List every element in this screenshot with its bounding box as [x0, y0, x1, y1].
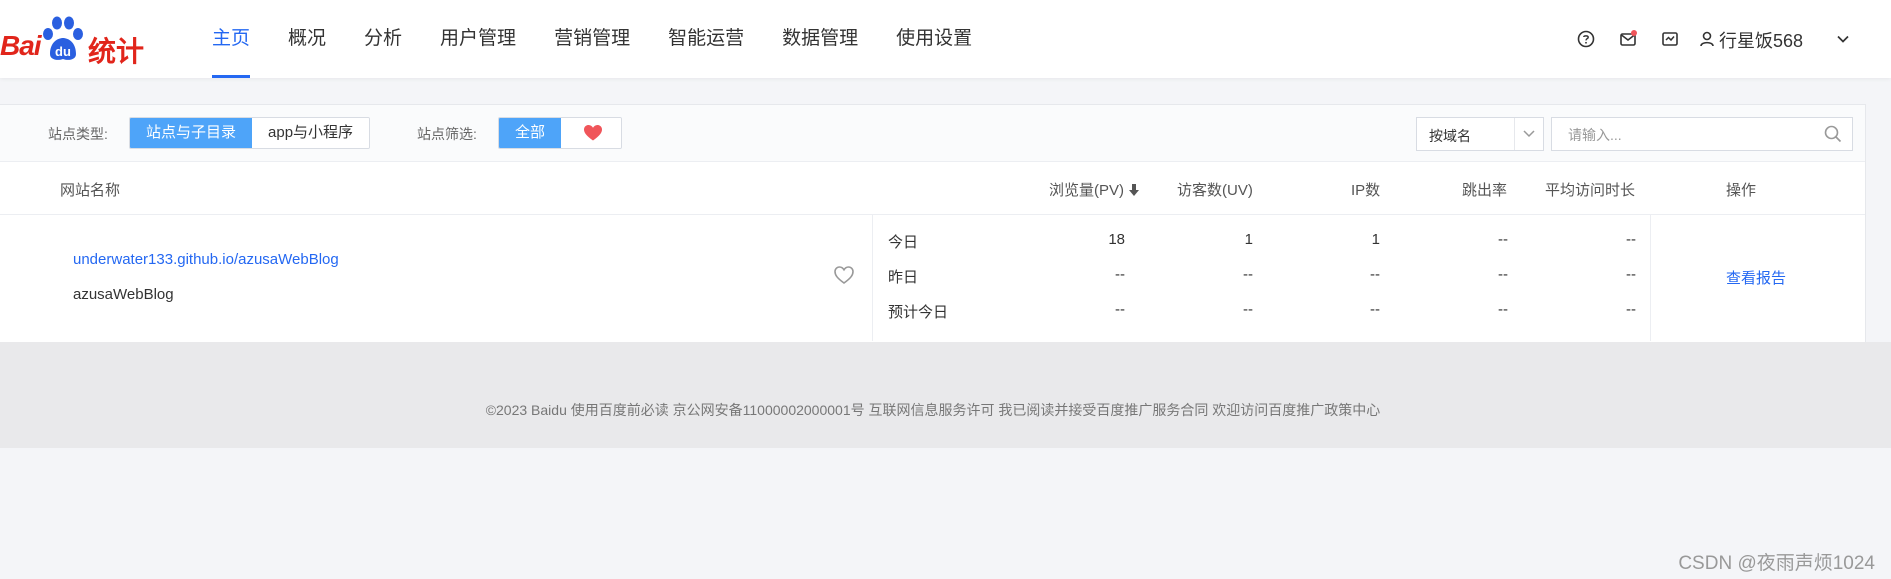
site-search-box	[1551, 117, 1853, 152]
cell-bounce: --	[1498, 301, 1508, 318]
page-footer: ©2023 Baidu 使用百度前必读 京公网安备11000002000001号…	[0, 342, 1891, 448]
heart-filled-icon	[584, 125, 603, 141]
sort-desc-icon	[1129, 184, 1140, 196]
cell-pv: 18	[1108, 231, 1125, 248]
period-label: 今日	[888, 234, 919, 251]
col-site-name: 网站名称	[60, 182, 121, 199]
period-label: 预计今日	[888, 304, 949, 321]
search-type-select[interactable]: 按域名	[1416, 117, 1544, 151]
site-filter-toggle: 全部	[498, 117, 623, 149]
nav-item-smart-operation[interactable]: 智能运营	[668, 0, 744, 78]
col-bounce[interactable]: 跳出率	[1462, 179, 1507, 200]
site-type-sites-button[interactable]: 站点与子目录	[130, 118, 253, 148]
inbox-icon[interactable]	[1660, 29, 1680, 49]
cell-ip: --	[1370, 301, 1380, 318]
chevron-down-icon[interactable]	[1833, 29, 1853, 49]
nav-item-home[interactable]: 主页	[212, 0, 251, 78]
user-icon	[1700, 31, 1714, 47]
filter-bar: 站点类型: 站点与子目录 app与小程序 站点筛选: 全部 按域名	[0, 105, 1865, 162]
view-report-link[interactable]: 查看报告	[1726, 267, 1786, 288]
col-ip[interactable]: IP数	[1351, 179, 1380, 200]
nav-item-user-management[interactable]: 用户管理	[440, 0, 516, 78]
cell-ip: --	[1370, 266, 1380, 283]
cell-pv: --	[1115, 266, 1125, 283]
help-icon[interactable]	[1576, 29, 1596, 49]
cell-avg-time: --	[1626, 266, 1636, 283]
cell-bounce: --	[1498, 231, 1508, 248]
username[interactable]: 行星饭568	[1719, 27, 1803, 53]
paw-icon: du	[43, 16, 83, 60]
col-uv[interactable]: 访客数(UV)	[1177, 179, 1253, 200]
col-avg-time[interactable]: 平均访问时长	[1545, 179, 1635, 200]
header-toolbar: 行星饭568	[1561, 0, 1891, 78]
site-search-input[interactable]	[1566, 118, 1810, 152]
cell-avg-time: --	[1626, 301, 1636, 318]
cell-uv: --	[1243, 301, 1253, 318]
site-type-apps-button[interactable]: app与小程序	[252, 118, 370, 148]
cell-ip: 1	[1371, 231, 1380, 248]
site-filter-all-button[interactable]: 全部	[499, 118, 562, 148]
nav-item-settings[interactable]: 使用设置	[896, 0, 972, 78]
cell-avg-time: --	[1626, 231, 1636, 248]
footer-text: ©2023 Baidu 使用百度前必读 京公网安备11000002000001号…	[485, 402, 1381, 418]
site-list-panel: 站点类型: 站点与子目录 app与小程序 站点筛选: 全部 按域名 请输入...…	[0, 104, 1866, 343]
site-type-label: 站点类型:	[48, 126, 108, 142]
cell-bounce: --	[1498, 266, 1508, 283]
col-pv-label: 浏览量(PV)	[1049, 182, 1125, 199]
mail-icon[interactable]	[1618, 29, 1638, 49]
site-url-link[interactable]: underwater133.github.io/azusaWebBlog	[73, 251, 339, 268]
cell-uv: 1	[1244, 231, 1253, 248]
site-filter-label: 站点筛选:	[417, 126, 477, 142]
table-row: underwater133.github.io/azusaWebBlog azu…	[0, 215, 1865, 341]
col-action: 操作	[1726, 182, 1757, 199]
heart-outline-icon[interactable]	[833, 265, 855, 285]
watermark: CSDN @夜雨声烦1024	[1678, 553, 1875, 574]
select-arrow	[1514, 118, 1543, 150]
baidu-tongji-logo[interactable]: Bai du 统计	[0, 14, 145, 67]
row-divider	[1650, 215, 1651, 341]
search-type-value: 按域名	[1429, 128, 1471, 144]
top-header: Bai du 统计 主页 概况 分析 用户管理 营销管理 智能运营 数据管理 使…	[0, 0, 1891, 78]
period-label: 昨日	[888, 269, 919, 286]
chevron-down-icon	[1523, 130, 1535, 138]
cell-uv: --	[1243, 266, 1253, 283]
nav-item-analysis[interactable]: 分析	[364, 0, 402, 78]
nav-item-overview[interactable]: 概况	[288, 0, 326, 78]
svg-text:du: du	[55, 44, 71, 59]
main-nav: 主页 概况 分析 用户管理 营销管理 智能运营 数据管理 使用设置	[212, 0, 1010, 78]
nav-item-data-management[interactable]: 数据管理	[782, 0, 858, 78]
site-filter-favorites-button[interactable]	[561, 118, 622, 148]
logo-text-tongji: 统计	[88, 36, 145, 67]
table-header: 网站名称 浏览量(PV) 访客数(UV) IP数 跳出率 平均访问时长 操作	[0, 162, 1865, 215]
search-icon[interactable]	[1824, 125, 1842, 143]
col-pv[interactable]: 浏览量(PV)	[1049, 179, 1140, 200]
logo-text-bai: Bai	[0, 30, 42, 61]
row-divider	[872, 215, 873, 341]
site-name: azusaWebBlog	[73, 286, 174, 303]
nav-item-marketing-management[interactable]: 营销管理	[554, 0, 630, 78]
cell-pv: --	[1115, 301, 1125, 318]
site-type-toggle: 站点与子目录 app与小程序	[129, 117, 371, 149]
